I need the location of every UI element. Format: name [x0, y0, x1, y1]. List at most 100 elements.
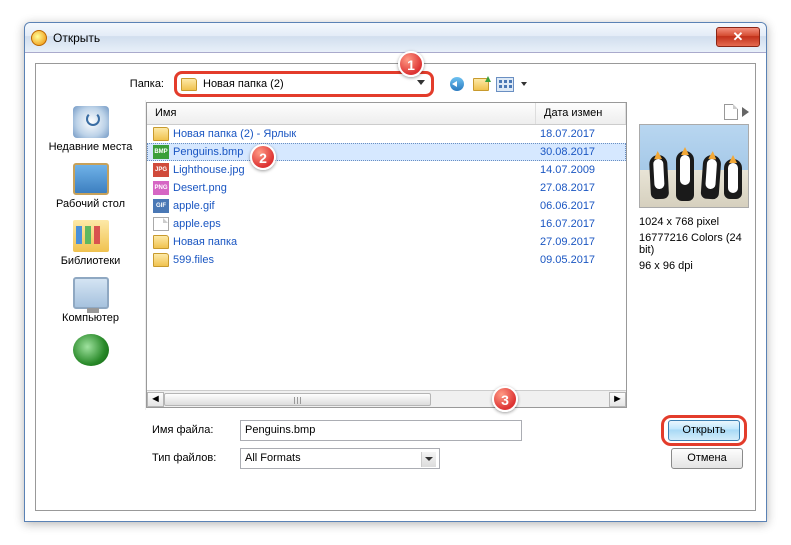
place-label: Недавние места [49, 141, 133, 153]
view-dropdown[interactable] [520, 77, 528, 92]
scroll-track[interactable] [164, 392, 609, 407]
up-button[interactable] [472, 75, 490, 93]
recent-icon [73, 106, 109, 138]
callout-3: 3 [492, 386, 518, 412]
file-row[interactable]: Новая папка27.09.2017 [147, 233, 626, 251]
jpg-icon: JPG [153, 163, 169, 177]
file-date: 27.09.2017 [540, 236, 620, 248]
horizontal-scrollbar[interactable]: ◄ ► [147, 390, 626, 407]
folder-icon [153, 253, 169, 267]
filename-row: Имя файла: Открыть [152, 416, 747, 444]
file-row[interactable]: 599.files09.05.2017 [147, 251, 626, 269]
file-date: 27.08.2017 [540, 182, 620, 194]
scroll-thumb[interactable] [164, 393, 431, 406]
desktop-icon [73, 163, 109, 195]
file-date: 09.05.2017 [540, 254, 620, 266]
filetype-label: Тип файлов: [152, 452, 232, 464]
bottom-panel: Имя файла: Открыть Тип файлов: All Forma… [36, 410, 755, 478]
places-bar: Недавние места Рабочий стол Библиотеки К… [36, 100, 146, 410]
preview-colors: 16777216 Colors (24 bit) [639, 232, 749, 256]
place-label: Компьютер [62, 312, 119, 324]
open-button-highlight: Открыть [661, 415, 747, 446]
file-name: apple.eps [173, 218, 540, 230]
file-row[interactable]: Новая папка (2) - Ярлык18.07.2017 [147, 125, 626, 143]
folder-up-icon [473, 78, 489, 91]
document-icon[interactable] [724, 104, 738, 120]
callout-1: 1 [398, 51, 424, 77]
back-button[interactable] [448, 75, 466, 93]
file-date: 18.07.2017 [540, 128, 620, 140]
place-libraries[interactable]: Библиотеки [46, 220, 136, 267]
place-network[interactable] [46, 334, 136, 369]
computer-icon [73, 277, 109, 309]
file-row[interactable]: JPG Lighthouse.jpg14.07.2009 [147, 161, 626, 179]
toolbar [448, 75, 528, 93]
open-dialog: Открыть ✕ Папка: Новая папка (2) [24, 22, 767, 522]
file-name: Penguins.bmp [173, 146, 540, 158]
place-label: Рабочий стол [56, 198, 125, 210]
titlebar[interactable]: Открыть ✕ [25, 23, 766, 53]
file-row[interactable]: PNG Desert.png27.08.2017 [147, 179, 626, 197]
close-button[interactable]: ✕ [716, 27, 760, 47]
preview-pane: 1024 x 768 pixel 16777216 Colors (24 bit… [633, 100, 755, 410]
view-icon [496, 77, 514, 92]
window-title: Открыть [53, 31, 100, 45]
file-date: 30.08.2017 [540, 146, 620, 158]
place-recent[interactable]: Недавние места [46, 106, 136, 153]
filename-input[interactable] [240, 420, 522, 441]
folder-icon [153, 127, 169, 141]
file-name: Lighthouse.jpg [173, 164, 540, 176]
file-row[interactable]: apple.eps16.07.2017 [147, 215, 626, 233]
folder-icon [181, 78, 197, 91]
file-name: Новая папка [173, 236, 540, 248]
folder-icon [153, 235, 169, 249]
column-date[interactable]: Дата измен [536, 103, 626, 124]
column-name[interactable]: Имя [147, 103, 536, 124]
play-icon[interactable] [742, 107, 749, 117]
gif-icon: GIF [153, 199, 169, 213]
eps-icon [153, 217, 169, 231]
bmp-icon: BMP [153, 145, 169, 159]
file-list-area: Имя Дата измен Новая папка (2) - Ярлык18… [146, 102, 627, 408]
libraries-icon [73, 220, 109, 252]
scroll-right-button[interactable]: ► [609, 392, 626, 407]
chevron-down-icon [417, 80, 425, 85]
preview-dpi: 96 x 96 dpi [639, 260, 749, 272]
back-icon [450, 77, 464, 91]
file-name: 599.files [173, 254, 540, 266]
network-icon [73, 334, 109, 366]
place-computer[interactable]: Компьютер [46, 277, 136, 324]
open-button[interactable]: Открыть [668, 420, 740, 441]
file-name: Desert.png [173, 182, 540, 194]
png-icon: PNG [153, 181, 169, 195]
body-row: Недавние места Рабочий стол Библиотеки К… [36, 100, 755, 410]
filetype-value: All Formats [245, 452, 301, 464]
filetype-row: Тип файлов: All Formats Отмена [152, 444, 747, 472]
file-list[interactable]: Новая папка (2) - Ярлык18.07.2017 BMP Peng… [147, 125, 626, 390]
cancel-button[interactable]: Отмена [671, 448, 743, 469]
file-name: Новая папка (2) - Ярлык [173, 128, 540, 140]
callout-2: 2 [250, 144, 276, 170]
preview-dimensions: 1024 x 768 pixel [639, 216, 749, 228]
file-date: 06.06.2017 [540, 200, 620, 212]
folder-label: Папка: [44, 78, 174, 90]
file-date: 14.07.2009 [540, 164, 620, 176]
file-row[interactable]: BMP Penguins.bmp30.08.2017 [147, 143, 626, 161]
place-label: Библиотеки [61, 255, 121, 267]
folder-combo-value: Новая папка (2) [203, 78, 284, 90]
chevron-down-icon [421, 452, 436, 467]
place-desktop[interactable]: Рабочий стол [46, 163, 136, 210]
list-header[interactable]: Имя Дата измен [147, 103, 626, 125]
dialog-content: Папка: Новая папка (2) Недавние места [35, 63, 756, 511]
preview-toolbar [639, 104, 749, 120]
file-date: 16.07.2017 [540, 218, 620, 230]
file-row[interactable]: GIF apple.gif06.06.2017 [147, 197, 626, 215]
app-icon [31, 30, 47, 46]
preview-thumbnail [639, 124, 749, 208]
file-name: apple.gif [173, 200, 540, 212]
filetype-select[interactable]: All Formats [240, 448, 440, 469]
view-button[interactable] [496, 75, 514, 93]
scroll-left-button[interactable]: ◄ [147, 392, 164, 407]
folder-row: Папка: Новая папка (2) [36, 64, 755, 100]
folder-combo[interactable]: Новая папка (2) [174, 71, 434, 97]
